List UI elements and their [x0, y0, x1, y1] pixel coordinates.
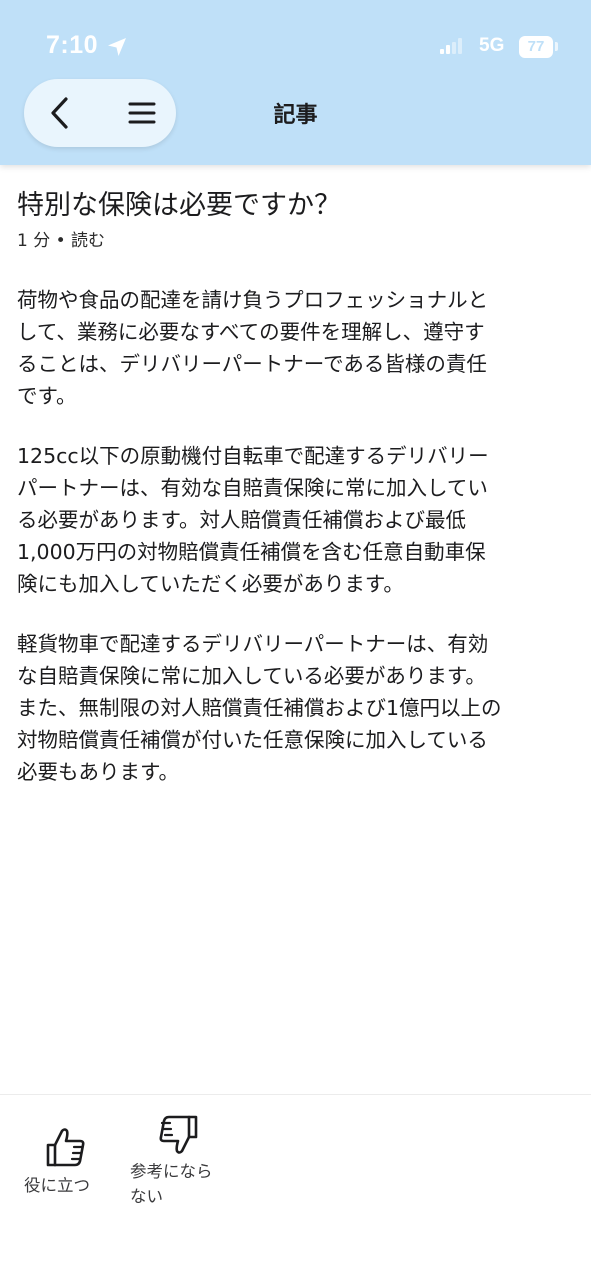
article-title: 特別な保険は必要ですか？: [17, 190, 341, 221]
location-arrow-icon: [108, 38, 126, 56]
helpful-label: 役に立つ: [24, 1176, 90, 1195]
page-title: 記事: [273, 103, 318, 128]
thumbs-down-icon: [159, 1115, 198, 1154]
article-paragraph: 125cc以下の原動機付自転車で配達するデリバリー パートナーは、有効な自賠責保…: [17, 444, 489, 596]
network-type: 5G: [479, 35, 505, 56]
article-paragraph: 軽貨物車で配達するデリバリーパートナーは、有効 な自賠責保険に常に加入している必…: [17, 632, 502, 784]
battery-level: 77: [527, 38, 545, 55]
battery-tip: [555, 42, 558, 51]
helpful-button[interactable]: 役に立つ: [24, 1125, 104, 1198]
status-time: 7:10: [46, 31, 99, 59]
top-bar: 7:10 5G 77 記事: [0, 0, 591, 165]
article-content: 特別な保険は必要ですか？ 1 分 • 読む 荷物や食品の配達を請け負うプロフェッ…: [17, 186, 577, 788]
article-paragraph: 荷物や食品の配達を請け負うプロフェッショナルと して、業務に必要なすべての要件を…: [17, 288, 489, 408]
read-time: 1 分 • 読む: [17, 231, 106, 251]
not-helpful-button[interactable]: 参考になら ない: [130, 1113, 230, 1209]
feedback-bar: 役に立つ 参考になら ない: [0, 1095, 591, 1280]
battery-icon: 77: [519, 36, 553, 58]
not-helpful-label: 参考になら ない: [130, 1162, 213, 1206]
signal-bars-icon: [440, 38, 462, 54]
thumbs-up-icon: [46, 1128, 85, 1167]
